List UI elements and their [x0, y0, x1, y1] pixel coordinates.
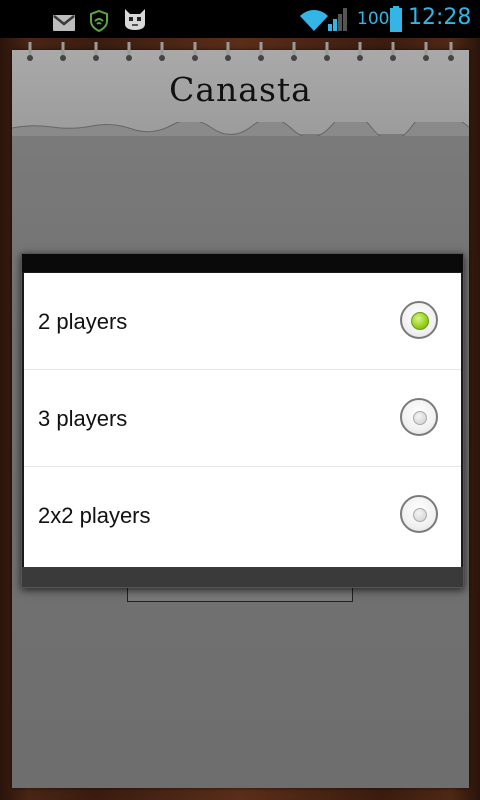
battery-icon: [390, 6, 402, 32]
option-2-players[interactable]: 2 players: [24, 273, 461, 370]
spiral-binding: [27, 42, 454, 61]
radio-selected-dot: [411, 312, 429, 330]
paper-header: Canasta: [12, 50, 469, 136]
cyanogen-mascot-icon: [125, 9, 145, 30]
dialog-footer: [22, 567, 463, 587]
vpn-shield-icon: [90, 9, 108, 33]
option-label: 2x2 players: [38, 503, 151, 528]
player-options-list: 2 players 3 players 2x2 players: [24, 273, 461, 567]
dialog-header: [22, 254, 463, 272]
radio-unselected-dot: [413, 411, 427, 425]
player-count-dialog: 2 players 3 players 2x2 players: [21, 253, 464, 588]
clock: 12:28: [408, 5, 472, 30]
torn-paper-edge: [12, 122, 469, 136]
cell-signal-icon: [328, 8, 347, 31]
wifi-icon: [300, 10, 328, 31]
radio-button-selected[interactable]: [400, 301, 438, 339]
option-label: 3 players: [38, 406, 128, 431]
app-title: Canasta: [169, 70, 312, 109]
status-bar: 100 12:28: [0, 0, 480, 38]
option-2x2-players[interactable]: 2x2 players: [24, 467, 461, 564]
radio-button[interactable]: [400, 398, 438, 436]
radio-button[interactable]: [400, 495, 438, 533]
radio-unselected-dot: [413, 508, 427, 522]
option-label: 2 players: [38, 309, 128, 334]
battery-level-text: 100: [357, 9, 390, 29]
option-3-players[interactable]: 3 players: [24, 370, 461, 467]
screen: 100 12:28 Canasta 2 players 3 players 2x…: [0, 0, 480, 800]
gmail-icon: [53, 15, 75, 31]
